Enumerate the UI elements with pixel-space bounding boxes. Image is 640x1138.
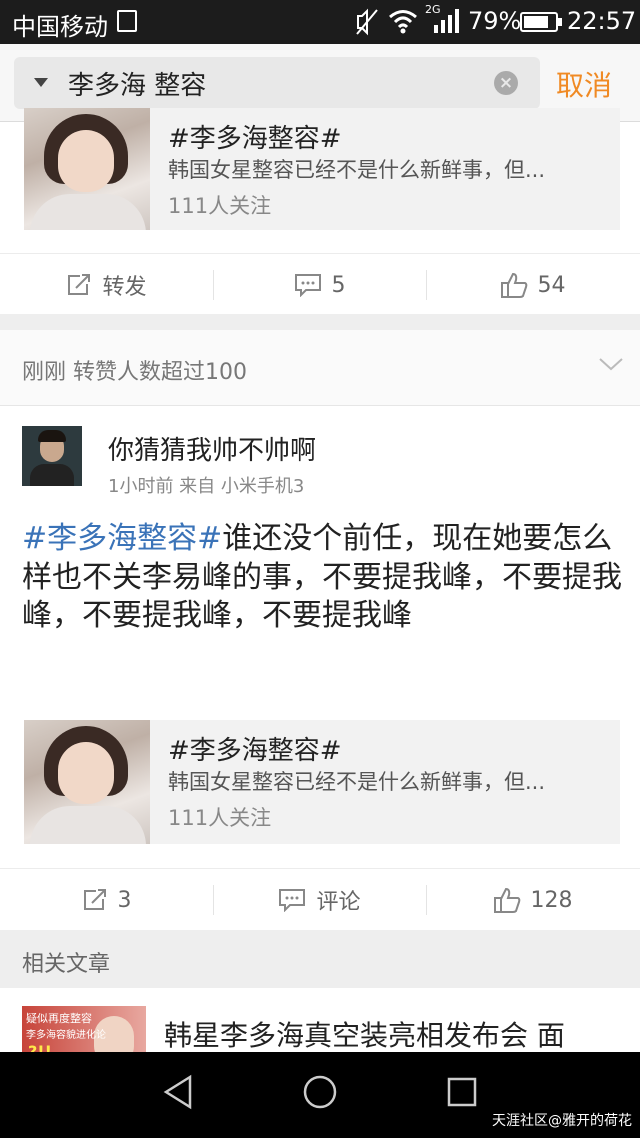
chevron-down-icon[interactable] — [598, 356, 624, 372]
avatar-body — [30, 464, 74, 486]
comment-icon — [294, 274, 321, 297]
repost-icon — [83, 889, 106, 910]
carrier-name: 中国移动 — [12, 13, 108, 41]
clear-icon[interactable]: × — [494, 71, 518, 95]
like-button[interactable]: 54 — [426, 254, 639, 316]
search-field[interactable]: × — [14, 57, 540, 109]
thumbnail-caption: ?!! — [28, 1042, 52, 1052]
comment-label: 评论 — [316, 890, 361, 915]
post-card: 你猜猜我帅不帅啊 1小时前 来自 小米手机3 #李多海整容#谁还没个前任，现在她… — [0, 406, 640, 930]
topic-thumbnail — [24, 720, 150, 844]
like-button[interactable]: 128 — [426, 869, 639, 931]
battery-cap — [558, 18, 562, 26]
topic-description: 韩国女星整容已经不是什么新鲜事，但... — [168, 158, 546, 182]
battery-percentage: 79% — [468, 7, 522, 35]
hot-notice-row[interactable]: 刚刚 转赞人数超过100 — [0, 330, 640, 406]
post-meta: 1小时前 来自 小米手机3 — [108, 476, 305, 497]
dropdown-triangle-icon[interactable] — [34, 78, 48, 87]
repost-button[interactable]: 转发 — [0, 254, 213, 316]
comment-button[interactable]: 5 — [213, 254, 426, 316]
topic-followers: 111人关注 — [168, 806, 272, 830]
thumbnail-face — [58, 130, 114, 192]
topic-thumbnail — [24, 108, 150, 230]
thumbnail-shoulder — [30, 194, 146, 230]
thumbs-up-icon — [493, 887, 520, 913]
topic-card[interactable]: #李多海整容# 韩国女星整容已经不是什么新鲜事，但... 111人关注 — [24, 108, 620, 230]
repost-label: 转发 — [102, 275, 147, 300]
topic-title: #李多海整容# — [168, 736, 342, 766]
section-title: 相关文章 — [22, 952, 111, 977]
topic-description: 韩国女星整容已经不是什么新鲜事，但... — [168, 770, 546, 794]
avatar-hair — [38, 430, 66, 442]
signal-icon — [434, 9, 459, 33]
article-title: 韩星李多海真空装亮相发布会 面 — [164, 1019, 565, 1052]
battery-fill — [524, 16, 548, 28]
like-count: 54 — [537, 272, 566, 298]
back-icon[interactable] — [162, 1074, 194, 1110]
recent-apps-icon[interactable] — [446, 1074, 478, 1110]
mute-icon — [356, 8, 378, 36]
avatar[interactable] — [22, 426, 82, 486]
comment-icon — [279, 889, 306, 912]
search-input[interactable] — [68, 63, 488, 103]
battery-icon — [520, 12, 562, 32]
repost-count: 3 — [117, 887, 132, 913]
related-article-item[interactable]: 疑似再度整容 李多海容貌进化论 ?!! 韩星李多海真空装亮相发布会 面 — [0, 988, 640, 1052]
watermark: 天涯社区@雅开的荷花 — [492, 1113, 632, 1129]
like-count: 128 — [530, 887, 573, 913]
system-nav-bar: 天涯社区@雅开的荷花 — [0, 1052, 640, 1138]
thumbs-up-icon — [500, 272, 527, 298]
post-text: #李多海整容#谁还没个前任，现在她要怎么样也不关李易峰的事，不要提我峰，不要提我… — [22, 520, 622, 636]
post-actions: 3 评论 128 — [0, 868, 640, 930]
thumbnail-caption: 疑似再度整容 — [26, 1012, 92, 1025]
topic-title: #李多海整容# — [168, 124, 342, 154]
post-actions: 转发 5 54 — [0, 253, 640, 315]
notice-text: 刚刚 转赞人数超过100 — [22, 360, 247, 385]
thumbnail-caption: 李多海容貌进化论 — [26, 1030, 106, 1041]
topic-card[interactable]: #李多海整容# 韩国女星整容已经不是什么新鲜事，但... 111人关注 — [24, 720, 620, 844]
username[interactable]: 你猜猜我帅不帅啊 — [108, 430, 316, 467]
home-icon[interactable] — [302, 1074, 338, 1110]
related-articles-header: 相关文章 — [0, 930, 640, 994]
clock: 22:57 — [567, 7, 637, 35]
cancel-button[interactable]: 取消 — [556, 64, 612, 104]
thumbnail-shoulder — [30, 806, 146, 844]
thumbnail-face — [58, 742, 114, 804]
comment-button[interactable]: 评论 — [213, 869, 426, 931]
repost-button[interactable]: 3 — [0, 869, 213, 931]
topic-followers: 111人关注 — [168, 194, 272, 218]
sim-card-icon — [117, 10, 137, 32]
status-bar: 中国移动 2G 79% 22:57 — [0, 0, 640, 44]
article-thumbnail: 疑似再度整容 李多海容貌进化论 ?!! — [22, 1006, 146, 1052]
hashtag-link[interactable]: #李多海整容# — [22, 521, 222, 556]
repost-icon — [68, 274, 91, 295]
comment-count: 5 — [331, 272, 346, 298]
wifi-icon — [389, 10, 417, 34]
post-card-previous: #李多海整容# 韩国女星整容已经不是什么新鲜事，但... 111人关注 转发 5… — [0, 108, 640, 315]
